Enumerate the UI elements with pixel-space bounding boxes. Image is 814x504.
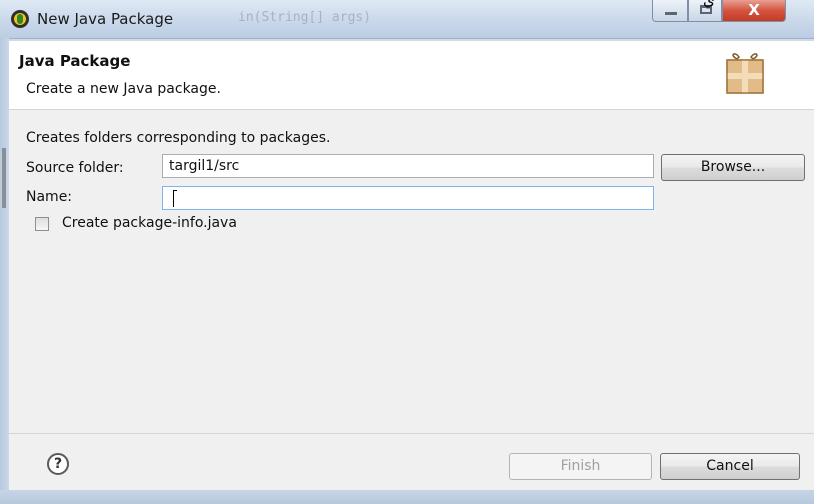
text-caret <box>173 190 177 207</box>
create-package-info-checkbox[interactable] <box>35 217 49 231</box>
background-window-text: in(String[] args) <box>238 10 372 25</box>
minimize-button[interactable] <box>652 0 688 22</box>
header-title: Java Package <box>19 52 131 70</box>
new-java-package-dialog: New Java Package in(String[] args) X ي J… <box>0 0 814 504</box>
help-icon[interactable]: ? <box>47 453 69 475</box>
finish-button[interactable]: Finish <box>509 453 652 480</box>
package-icon <box>726 53 764 94</box>
window-bottom-border <box>0 490 814 504</box>
window-left-border <box>0 38 9 490</box>
window-title: New Java Package <box>37 10 174 28</box>
intro-text: Creates folders corresponding to package… <box>26 130 331 146</box>
dialog-header: Java Package Create a new Java package. <box>9 41 814 110</box>
eclipse-icon <box>11 10 29 28</box>
overlay-glyph: ي <box>703 0 715 9</box>
title-bar[interactable]: New Java Package in(String[] args) X ي <box>0 0 814 39</box>
create-package-info-label: Create package-info.java <box>62 215 237 231</box>
source-folder-label: Source folder: <box>26 160 124 176</box>
source-folder-field[interactable]: targil1/src <box>162 154 654 178</box>
name-field[interactable] <box>162 186 654 210</box>
header-description: Create a new Java package. <box>26 81 221 97</box>
browse-button[interactable]: Browse... <box>661 154 805 181</box>
name-label: Name: <box>26 189 73 205</box>
close-button[interactable]: X <box>722 0 786 22</box>
minimize-icon <box>665 12 677 15</box>
cancel-button[interactable]: Cancel <box>660 453 800 480</box>
